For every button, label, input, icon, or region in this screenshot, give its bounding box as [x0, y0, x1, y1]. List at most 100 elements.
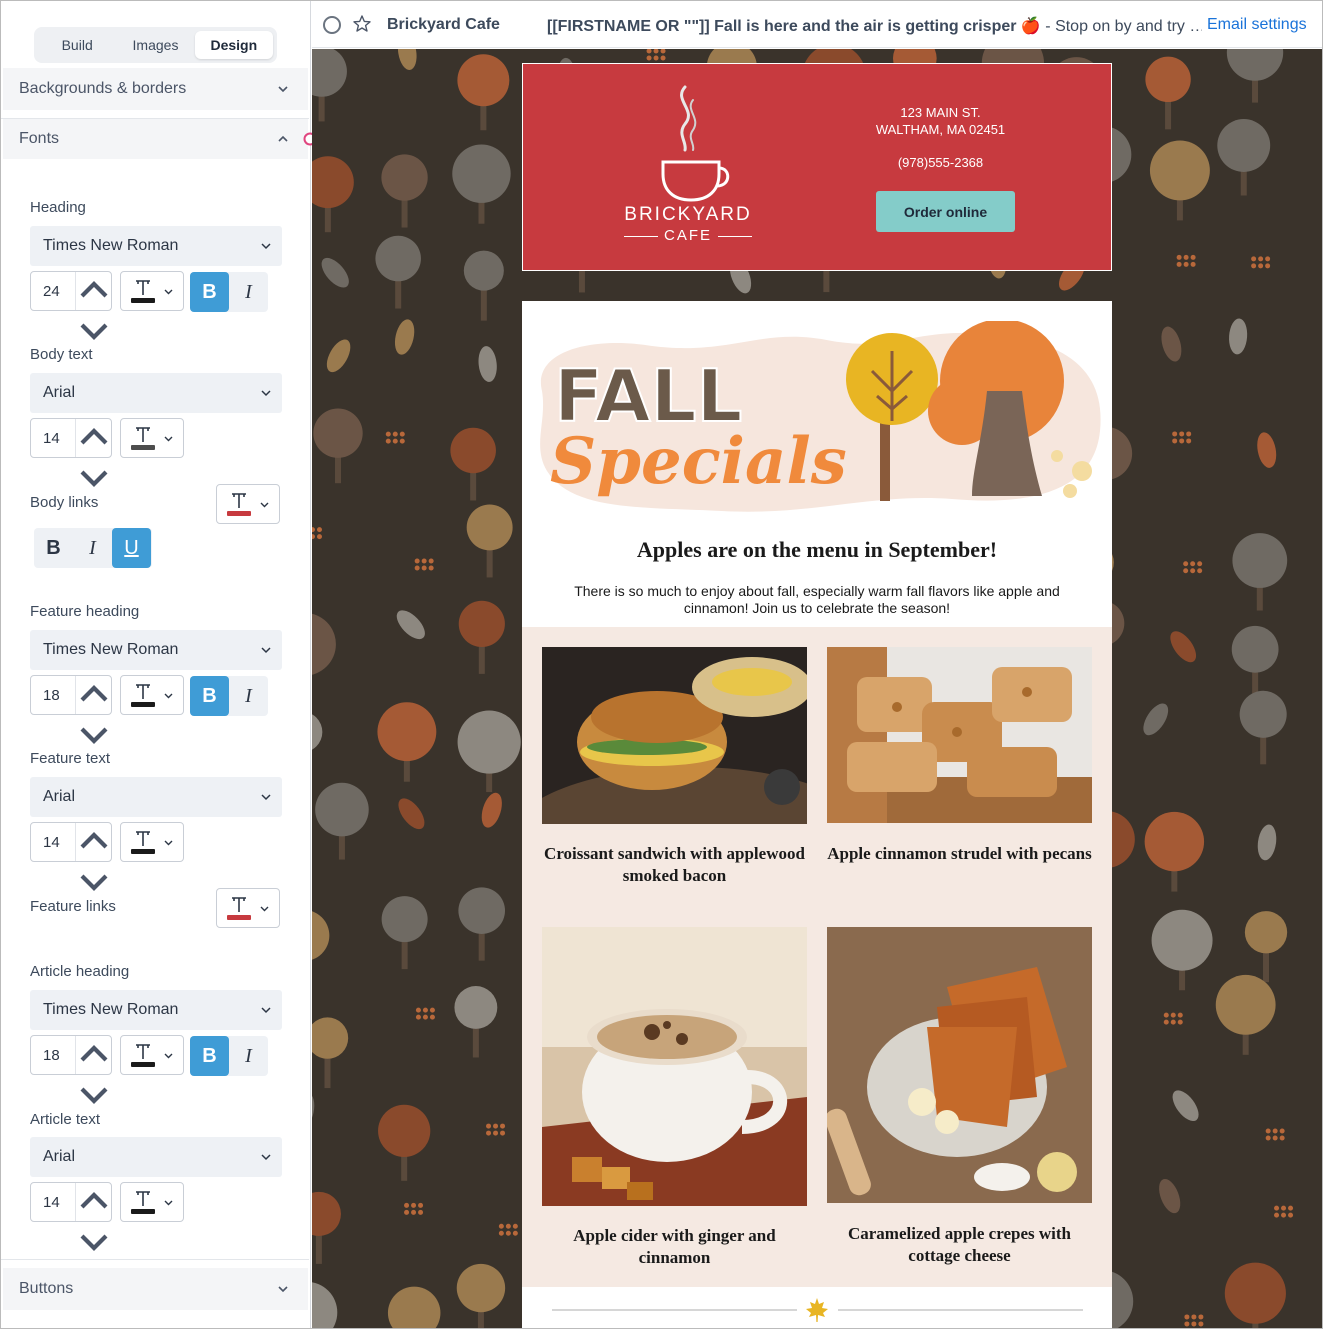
decrement-icon[interactable]: [76, 460, 112, 496]
increment-icon[interactable]: [76, 419, 112, 455]
star-icon[interactable]: [352, 14, 372, 34]
body-text-size-stepper[interactable]: 14: [30, 418, 112, 487]
feature-image-cider: [542, 927, 807, 1206]
increment-icon[interactable]: [76, 272, 112, 308]
feature-text-size-value: 14: [43, 834, 60, 851]
article-text-color-button[interactable]: [120, 1182, 184, 1222]
email-heading: Apples are on the menu in September!: [636, 537, 998, 562]
heading-size-stepper[interactable]: 24: [30, 271, 112, 340]
bold-toggle[interactable]: B: [190, 676, 229, 716]
text-color-icon: [131, 1044, 155, 1067]
feature-heading-font-value: Times New Roman: [43, 641, 179, 658]
email-settings-link[interactable]: Email settings: [1207, 16, 1307, 34]
stepper-arrows: [75, 272, 112, 340]
decrement-icon[interactable]: [76, 717, 112, 753]
article-heading-size-stepper[interactable]: 18: [30, 1035, 112, 1104]
body-links-color-button[interactable]: [216, 484, 280, 524]
text-color-icon: [227, 897, 251, 920]
text-color-icon: [131, 427, 155, 450]
tab-build[interactable]: Build: [38, 31, 116, 59]
maple-leaf-icon: [806, 1298, 828, 1322]
feature-image-croissant: [542, 647, 807, 824]
text-color-icon: [227, 493, 251, 516]
article-text-size-stepper[interactable]: 14: [30, 1182, 112, 1251]
section-fonts[interactable]: Fonts: [3, 119, 308, 159]
body-text-font-select[interactable]: Arial: [30, 373, 282, 413]
chevron-down-icon: [164, 436, 173, 442]
body-size-value: 14: [43, 430, 60, 447]
phone-number: (978)555-2368: [897, 155, 984, 170]
feature-text-font-value: Arial: [43, 788, 76, 805]
feature-image-strudel: [827, 647, 1092, 823]
circle-checkbox-icon[interactable]: [323, 16, 341, 34]
design-sidebar: Build Images Design Backgrounds & border…: [1, 1, 311, 1328]
feature-caption-2: Apple cinnamon strudel with pecans: [827, 844, 1092, 863]
chevron-down-icon: [261, 243, 271, 250]
chevron-down-icon: [164, 1200, 173, 1206]
body-links-label: Body links: [30, 494, 99, 511]
address-line2: WALTHAM, MA 02451: [875, 122, 1006, 137]
heading-font-select[interactable]: Times New Roman: [30, 226, 282, 266]
section-backgrounds-borders[interactable]: Backgrounds & borders: [3, 68, 308, 110]
feature-text-font-select[interactable]: Arial: [30, 777, 282, 817]
increment-icon[interactable]: [76, 676, 112, 712]
tab-images[interactable]: Images: [116, 31, 194, 59]
section-buttons[interactable]: Buttons: [3, 1268, 308, 1310]
bold-toggle[interactable]: B: [190, 272, 229, 312]
chevron-down-icon: [164, 840, 173, 846]
feature-heading-color-button[interactable]: [120, 675, 184, 715]
address-line1: 123 MAIN ST.: [900, 105, 981, 120]
heading-color-button[interactable]: [120, 271, 184, 311]
divider-right: [838, 1309, 1083, 1311]
feature-heading-font-select[interactable]: Times New Roman: [30, 630, 282, 670]
email-preview-header: Brickyard Cafe [[FIRSTNAME OR ""]] Fall …: [312, 1, 1322, 48]
bold-toggle[interactable]: B: [190, 1036, 229, 1076]
italic-toggle[interactable]: I: [229, 272, 268, 312]
chevron-down-icon: [164, 289, 173, 295]
article-heading-color-button[interactable]: [120, 1035, 184, 1075]
chevron-down-icon: [261, 390, 271, 397]
chevron-down-icon: [164, 693, 173, 699]
feature-grid: Croissant sandwich with applewood smoked…: [522, 627, 1112, 1287]
decrement-icon[interactable]: [76, 313, 112, 349]
sender-name: Brickyard Cafe: [387, 16, 500, 33]
stepper-arrows: [75, 823, 112, 891]
text-color-icon: [131, 280, 155, 303]
decrement-icon[interactable]: [76, 1224, 112, 1260]
increment-icon[interactable]: [76, 1036, 112, 1072]
bold-toggle[interactable]: B: [34, 528, 73, 568]
feature-caption-4: Caramelized apple crepes with cottage ch…: [847, 1224, 1071, 1265]
italic-toggle[interactable]: I: [229, 1036, 268, 1076]
chevron-down-icon: [261, 794, 271, 801]
italic-toggle[interactable]: I: [229, 676, 268, 716]
feature-heading-style-group: B I: [190, 676, 268, 716]
tab-design[interactable]: Design: [194, 31, 273, 59]
section-label: Backgrounds & borders: [19, 80, 187, 97]
text-color-icon: [131, 684, 155, 707]
italic-toggle[interactable]: I: [73, 528, 112, 568]
article-text-font-select[interactable]: Arial: [30, 1137, 282, 1177]
feature-image-crepes: [827, 927, 1092, 1203]
underline-toggle[interactable]: U: [112, 528, 151, 568]
feature-text-color-button[interactable]: [120, 822, 184, 862]
feature-links-color-button[interactable]: [216, 888, 280, 928]
feature-text-size-stepper[interactable]: 14: [30, 822, 112, 891]
increment-icon[interactable]: [76, 1183, 112, 1219]
decrement-icon[interactable]: [76, 1077, 112, 1113]
order-online-button[interactable]: Order online: [876, 191, 1015, 232]
feature-heading-size-stepper[interactable]: 18: [30, 675, 112, 744]
decrement-icon[interactable]: [76, 864, 112, 900]
chevron-down-icon: [278, 1286, 288, 1293]
article-heading-size-value: 18: [43, 1047, 60, 1064]
stepper-arrows: [75, 1183, 112, 1251]
article-heading-font-select[interactable]: Times New Roman: [30, 990, 282, 1030]
coffee-cup-logo: [661, 85, 730, 202]
divider-left: [552, 1309, 797, 1311]
stepper-arrows: [75, 419, 112, 487]
body-text-color-button[interactable]: [120, 418, 184, 458]
body-font-value: Arial: [43, 384, 76, 401]
heading-label: Heading: [30, 199, 86, 216]
chevron-down-icon: [260, 906, 269, 912]
email-header-banner: BRICKYARD CAFE 123 MAIN ST. WALTHAM, MA 0…: [522, 63, 1112, 271]
increment-icon[interactable]: [76, 823, 112, 859]
